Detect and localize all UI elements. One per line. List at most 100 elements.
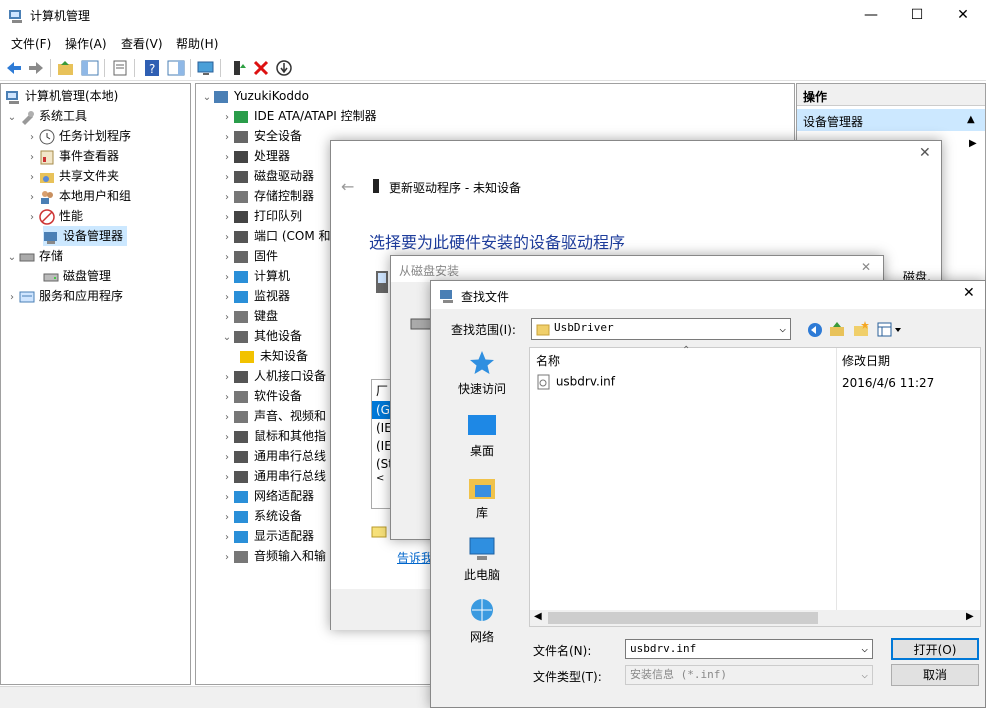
device-category[interactable]: › 软件设备	[220, 386, 302, 406]
device-category[interactable]: › 系统设备	[220, 506, 302, 526]
tree-item-shared-folders[interactable]: › 共享文件夹	[25, 166, 119, 186]
device-category[interactable]: › 存储控制器	[220, 186, 314, 206]
properties-icon[interactable]	[110, 58, 130, 78]
chevron-right-icon[interactable]: ›	[220, 508, 234, 528]
open-button[interactable]: 打开(O)	[891, 638, 979, 660]
back-arrow-icon[interactable]: ←	[341, 177, 354, 196]
horizontal-scrollbar[interactable]: ◀ ▶	[530, 610, 980, 626]
device-category[interactable]: ⌄ 其他设备	[220, 326, 302, 346]
chevron-right-icon[interactable]: ›	[220, 368, 234, 388]
device-category[interactable]: › 声音、视频和	[220, 406, 326, 426]
tree-item-services[interactable]: › 服务和应用程序	[5, 286, 123, 306]
chevron-down-icon[interactable]: ⌄	[5, 248, 19, 268]
close-button[interactable]: ✕	[940, 0, 986, 31]
chevron-right-icon[interactable]: ›	[5, 288, 19, 308]
device-category[interactable]: › 处理器	[220, 146, 290, 166]
menu-file[interactable]: 文件(F)	[11, 35, 51, 52]
chevron-right-icon[interactable]: ›	[220, 168, 234, 188]
filetype-select[interactable]: 安装信息 (*.inf) ⌵	[625, 665, 873, 685]
filename-input[interactable]: usbdrv.inf ⌵	[625, 639, 873, 659]
chevron-right-icon[interactable]: ›	[25, 128, 39, 148]
device-category[interactable]: › 监视器	[220, 286, 290, 306]
chevron-down-icon[interactable]: ⌄	[220, 328, 234, 348]
tree-item-performance[interactable]: › 性能	[25, 206, 83, 226]
device-category[interactable]: › 网络适配器	[220, 486, 314, 506]
chevron-right-icon[interactable]: ›	[220, 148, 234, 168]
chevron-right-icon[interactable]: ›	[220, 548, 234, 568]
chevron-down-icon[interactable]: ⌵	[779, 320, 786, 338]
device-category[interactable]: › 鼠标和其他指	[220, 426, 326, 446]
chevron-right-icon[interactable]: ›	[220, 388, 234, 408]
maximize-button[interactable]: ☐	[894, 0, 940, 31]
chevron-right-icon[interactable]: ›	[220, 408, 234, 428]
action-pane-icon[interactable]	[166, 58, 186, 78]
close-icon[interactable]: ✕	[963, 285, 975, 301]
chevron-right-icon[interactable]: ›	[220, 448, 234, 468]
column-header-name[interactable]: 名称	[536, 352, 560, 369]
lookin-select[interactable]: UsbDriver ⌵	[531, 318, 791, 340]
scroll-left-icon[interactable]: ◀	[534, 611, 542, 622]
device-category[interactable]: › 人机接口设备	[220, 366, 326, 386]
place-quick-access[interactable]: 快速访问	[441, 349, 523, 397]
chevron-right-icon[interactable]: ›	[220, 108, 234, 128]
device-category[interactable]: › 音频输入和输	[220, 546, 326, 566]
device-category[interactable]: › 端口 (COM 和	[220, 226, 331, 246]
place-desktop[interactable]: 桌面	[441, 411, 523, 459]
tree-item-system-tools[interactable]: ⌄ 系统工具	[5, 106, 87, 126]
tree-root[interactable]: ⌄ YuzukiKoddo	[200, 86, 309, 106]
tell-me-link[interactable]: 告诉我	[397, 549, 433, 566]
show-hide-tree-icon[interactable]	[80, 58, 100, 78]
collapse-arrow-icon[interactable]: ▲	[967, 114, 975, 125]
chevron-right-icon[interactable]: ›	[220, 468, 234, 488]
column-header-date[interactable]: 修改日期	[842, 352, 890, 369]
close-icon[interactable]: ✕	[861, 260, 871, 274]
chevron-down-icon[interactable]: ⌄	[5, 108, 19, 128]
chevron-right-icon[interactable]: ›	[220, 288, 234, 308]
tree-item-event-viewer[interactable]: › 事件查看器	[25, 146, 119, 166]
device-category[interactable]: › 通用串行总线	[220, 446, 326, 466]
enable-device-icon[interactable]	[274, 58, 294, 78]
actions-section-device-manager[interactable]: 设备管理器	[797, 109, 985, 131]
close-icon[interactable]: ✕	[919, 145, 931, 161]
help-icon[interactable]: ?	[142, 58, 162, 78]
device-category[interactable]: › 打印队列	[220, 206, 302, 226]
menu-action[interactable]: 操作(A)	[65, 35, 107, 52]
forward-icon[interactable]	[26, 58, 46, 78]
chevron-right-icon[interactable]: ›	[25, 208, 39, 228]
device-category[interactable]: › 固件	[220, 246, 278, 266]
chevron-right-icon[interactable]: ›	[220, 308, 234, 328]
tree-item-computer-management[interactable]: 计算机管理(本地)	[5, 86, 118, 106]
chevron-down-icon[interactable]: ⌄	[200, 88, 214, 108]
update-driver-icon[interactable]	[228, 58, 248, 78]
chevron-right-icon[interactable]: ›	[220, 208, 234, 228]
device-category[interactable]: › 计算机	[220, 266, 290, 286]
place-libraries[interactable]: 库	[441, 473, 523, 521]
tree-item-storage[interactable]: ⌄ 存储	[5, 246, 63, 266]
cancel-button[interactable]: 取消	[891, 664, 979, 686]
back-icon[interactable]	[4, 58, 24, 78]
minimize-button[interactable]: —	[848, 0, 894, 31]
chevron-right-icon[interactable]: ›	[220, 268, 234, 288]
tree-item-task-scheduler[interactable]: › 任务计划程序	[25, 126, 131, 146]
file-row[interactable]: usbdrv.inf	[536, 374, 615, 390]
device-category[interactable]: › 磁盘驱动器	[220, 166, 314, 186]
chevron-right-icon[interactable]: ›	[25, 148, 39, 168]
uninstall-icon[interactable]	[251, 58, 271, 78]
view-menu-icon[interactable]	[877, 322, 905, 338]
place-this-pc[interactable]: 此电脑	[441, 535, 523, 583]
tree-item-device-manager[interactable]: 设备管理器	[43, 226, 128, 246]
chevron-down-icon[interactable]: ⌵	[861, 666, 868, 684]
device-category[interactable]: 未知设备	[240, 346, 308, 366]
device-category[interactable]: › 键盘	[220, 306, 278, 326]
chevron-right-icon[interactable]: ›	[25, 188, 39, 208]
scrollbar-thumb[interactable]	[548, 612, 818, 624]
chevron-right-icon[interactable]: ›	[220, 248, 234, 268]
device-category[interactable]: › 显示适配器	[220, 526, 314, 546]
file-list[interactable]: 名称 ⌃ 修改日期 usbdrv.inf 2016/4/6 11:27 ◀ ▶	[529, 345, 981, 627]
device-category[interactable]: › IDE ATA/ATAPI 控制器	[220, 106, 377, 126]
scroll-right-icon[interactable]: ▶	[966, 611, 974, 622]
chevron-right-icon[interactable]: ›	[220, 128, 234, 148]
device-category[interactable]: › 安全设备	[220, 126, 302, 146]
chevron-right-icon[interactable]: ›	[220, 428, 234, 448]
up-folder-icon[interactable]	[56, 58, 76, 78]
